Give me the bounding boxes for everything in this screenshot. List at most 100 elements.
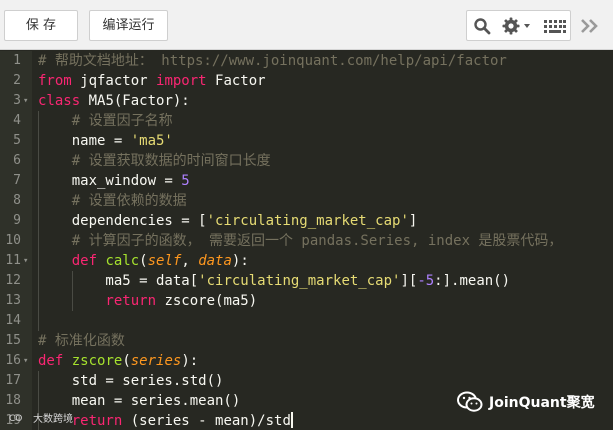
save-button[interactable]: 保 存: [4, 10, 78, 41]
code-token: 5: [181, 173, 190, 189]
code-line[interactable]: 10 # 计算因子的函数， 需要返回一个 pandas.Series, inde…: [0, 231, 613, 251]
code-token: # 标准化函数: [38, 333, 125, 349]
fold-toggle-icon[interactable]: ▾: [23, 251, 28, 271]
code-text: name = 'ma5': [38, 131, 173, 151]
code-token: self: [147, 253, 182, 269]
line-number: 10: [5, 233, 21, 248]
code-token: (series - mean)/std: [122, 413, 291, 429]
code-line[interactable]: 12 ma5 = data['circulating_market_cap'][…: [0, 271, 613, 291]
code-line[interactable]: 11 ▾ def calc(self, data):: [0, 251, 613, 271]
code-token: ):: [231, 253, 249, 269]
code-token: max_window =: [38, 173, 182, 189]
code-line[interactable]: 2 from jqfactor import Factor: [0, 71, 613, 91]
code-token: class: [38, 93, 81, 109]
wechat-icon: [457, 391, 483, 412]
code-token: def: [38, 253, 98, 269]
code-line[interactable]: 1 # 帮助文档地址： https://www.joinquant.com/hel…: [0, 51, 613, 71]
code-token: 'circulating_market_cap': [206, 213, 409, 229]
fold-toggle-icon[interactable]: ▾: [23, 91, 28, 111]
code-text: return zscore(ma5): [38, 291, 257, 311]
text-cursor: [290, 412, 293, 428]
code-text: def calc(self, data):: [38, 251, 249, 271]
line-number: 15: [5, 333, 21, 348]
code-token: ma5 = data[: [38, 273, 199, 289]
code-token: mean = series.mean(): [38, 393, 241, 409]
code-text: # 设置依赖的数据: [38, 191, 187, 211]
line-number: 8: [13, 193, 21, 208]
svg-text:CO: CO: [9, 414, 22, 423]
code-text: std = series.std(): [38, 371, 224, 391]
code-token: ,: [181, 253, 199, 269]
line-number: 16: [5, 353, 21, 368]
code-text: def zscore(series):: [38, 351, 198, 371]
code-text: # 设置获取数据的时间窗口长度: [38, 151, 271, 171]
code-text: # 标准化函数: [38, 331, 125, 351]
code-line[interactable]: 6 # 设置获取数据的时间窗口长度: [0, 151, 613, 171]
code-text: max_window = 5: [38, 171, 190, 191]
code-text: # 计算因子的函数， 需要返回一个 pandas.Series, index 是…: [38, 231, 563, 251]
watermark-left-text: 大数跨境: [33, 413, 73, 425]
line-number: 5: [13, 133, 21, 148]
code-line[interactable]: 15 # 标准化函数: [0, 331, 613, 351]
code-token: (: [139, 253, 148, 269]
editor-tools-group: [466, 10, 571, 41]
code-line[interactable]: 16 ▾ def zscore(series):: [0, 351, 613, 371]
code-line[interactable]: 13 return zscore(ma5): [0, 291, 613, 311]
gear-icon[interactable]: [497, 11, 537, 40]
code-token: calc: [97, 253, 140, 269]
code-text: # 设置因子名称: [38, 111, 173, 131]
line-number: 7: [13, 173, 21, 188]
code-line[interactable]: 9 dependencies = ['circulating_market_ca…: [0, 211, 613, 231]
code-line[interactable]: 8 # 设置依赖的数据: [0, 191, 613, 211]
line-number: 4: [13, 113, 21, 128]
watermark-left: CO 大数跨境: [9, 408, 73, 426]
code-token: MA5(Factor):: [80, 93, 190, 109]
code-token: ][: [400, 273, 418, 289]
line-number: 11: [5, 253, 21, 268]
code-line[interactable]: 7 max_window = 5: [0, 171, 613, 191]
code-editor[interactable]: 1 # 帮助文档地址： https://www.joinquant.com/hel…: [0, 51, 613, 430]
code-token: 'circulating_market_cap': [198, 273, 401, 289]
code-token: return: [38, 293, 157, 309]
line-number: 3: [13, 93, 21, 108]
code-token: ]: [408, 213, 418, 229]
search-icon[interactable]: [469, 11, 495, 40]
code-token: # 设置获取数据的时间窗口长度: [38, 153, 271, 169]
code-token: -5: [417, 273, 435, 289]
code-token: ):: [181, 353, 199, 369]
keyboard-icon[interactable]: [541, 11, 569, 40]
code-token: dependencies = [: [38, 213, 207, 229]
code-line[interactable]: 4 # 设置因子名称: [0, 111, 613, 131]
line-number: 17: [5, 373, 21, 388]
line-number: 1: [13, 53, 21, 68]
watermark-right: JoinQuant聚宽: [457, 388, 595, 416]
code-token: zscore(ma5): [156, 293, 258, 309]
code-token: (: [122, 353, 131, 369]
line-number: 13: [5, 293, 21, 308]
code-token: zscore: [63, 353, 123, 369]
code-token: data: [198, 253, 232, 269]
expand-icon[interactable]: [572, 10, 608, 41]
watermark-right-text: JoinQuant聚宽: [489, 395, 595, 411]
code-token: std = series.std(): [38, 373, 224, 389]
line-number: 2: [13, 73, 21, 88]
fold-toggle-icon[interactable]: ▾: [23, 351, 28, 371]
code-token: :].mean(): [434, 273, 511, 289]
code-token: 'ma5': [130, 133, 173, 149]
logo-icon: CO: [9, 414, 22, 423]
compile-run-button[interactable]: 编译运行: [89, 10, 168, 41]
code-text: ma5 = data['circulating_market_cap'][-5:…: [38, 271, 510, 291]
indent-guide: [38, 311, 39, 331]
code-line[interactable]: 3 ▾ class MA5(Factor):: [0, 91, 613, 111]
line-number: 9: [13, 213, 21, 228]
code-token: def: [38, 353, 64, 369]
code-token: series: [130, 353, 182, 369]
code-text: return (series - mean)/std: [38, 411, 293, 430]
code-token: # 设置因子名称: [38, 113, 173, 129]
line-number: 14: [5, 313, 21, 328]
code-token: # 帮助文档地址： https://www.joinquant.com/help…: [38, 53, 507, 69]
code-token: # 设置依赖的数据: [38, 193, 187, 209]
code-line[interactable]: 14: [0, 311, 613, 331]
code-text: dependencies = ['circulating_market_cap'…: [38, 211, 418, 231]
code-line[interactable]: 5 name = 'ma5': [0, 131, 613, 151]
